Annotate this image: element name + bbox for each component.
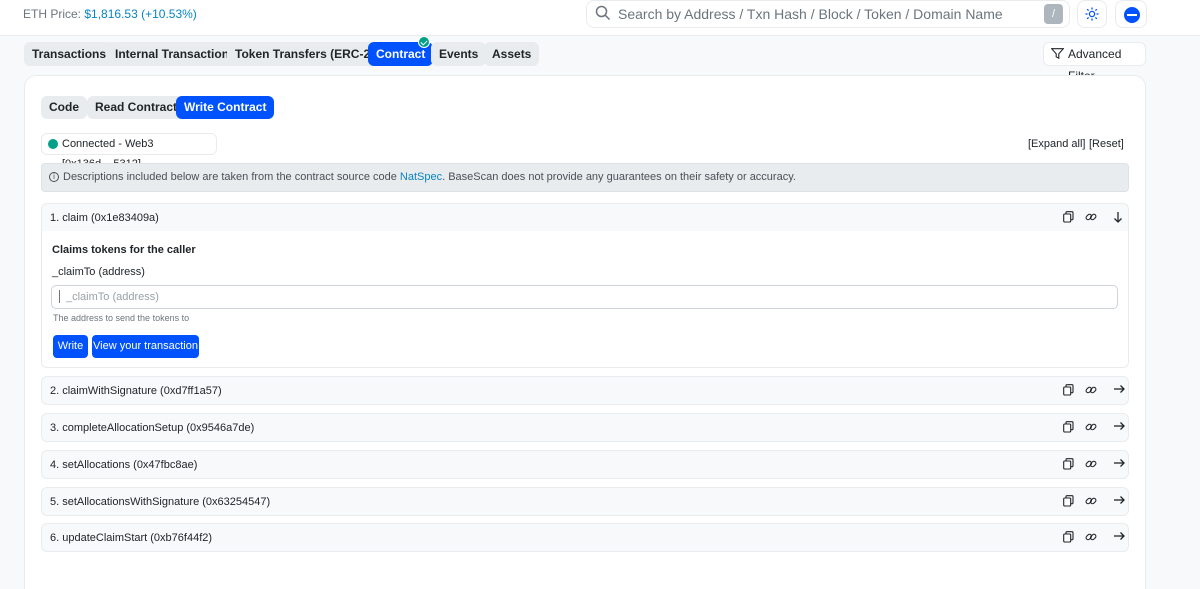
function-row-complete-allocation-setup[interactable]: 3. completeAllocationSetup (0x9546a7de): [41, 413, 1129, 442]
write-button[interactable]: Write: [53, 335, 88, 358]
function-label: 3. completeAllocationSetup (0x9546a7de): [50, 422, 255, 434]
claim-to-address-input[interactable]: [51, 285, 1118, 309]
wallet-connection-status[interactable]: Connected - Web3 [0x136d....5312]: [41, 133, 217, 170]
search-icon: [595, 5, 611, 21]
text-caret: [59, 290, 60, 303]
search-shortcut-badge: /: [1044, 4, 1063, 24]
tab-read-contract[interactable]: Read Contract: [87, 96, 186, 119]
expand-all-link[interactable]: [Expand all]: [1028, 138, 1085, 150]
param-label: _claimTo (address): [52, 266, 145, 278]
advanced-filter-button[interactable]: Advanced Filter: [1043, 42, 1146, 83]
network-button[interactable]: [1115, 0, 1147, 28]
base-network-icon: [1124, 7, 1140, 23]
copy-icon[interactable]: [1063, 211, 1074, 223]
copy-icon[interactable]: [1063, 458, 1074, 470]
function-row-update-claim-start[interactable]: 6. updateClaimStart (0xb76f44f2): [41, 523, 1129, 552]
notice-suffix: . BaseScan does not provide any guarante…: [442, 171, 796, 183]
reset-link[interactable]: [Reset]: [1089, 138, 1124, 150]
arrow-right-icon[interactable]: [1113, 421, 1125, 431]
info-icon: i: [49, 172, 59, 182]
link-icon[interactable]: [1085, 421, 1097, 433]
eth-price: ETH Price: $1,816.53 (+10.53%): [23, 7, 197, 21]
tab-write-contract[interactable]: Write Contract: [176, 96, 275, 119]
arrow-down-icon[interactable]: [1113, 211, 1123, 223]
eth-price-change: (+10.53%): [141, 7, 197, 21]
view-transaction-button[interactable]: View your transaction: [92, 335, 199, 358]
search-bar[interactable]: Search by Address / Txn Hash / Block / T…: [586, 0, 1070, 28]
param-hint: The address to send the tokens to: [53, 313, 190, 323]
copy-icon[interactable]: [1063, 421, 1074, 433]
function-label: 2. claimWithSignature (0xd7ff1a57): [50, 385, 222, 397]
connected-status-dot: [48, 139, 58, 149]
link-icon[interactable]: [1085, 495, 1097, 507]
arrow-right-icon[interactable]: [1113, 495, 1125, 505]
tab-assets[interactable]: Assets: [484, 42, 540, 66]
function-row-set-allocations-with-signature[interactable]: 5. setAllocationsWithSignature (0x632545…: [41, 487, 1129, 516]
function-label: 1. claim (0x1e83409a): [50, 212, 159, 224]
function-label: 5. setAllocationsWithSignature (0x632545…: [50, 496, 271, 508]
theme-toggle-button[interactable]: [1077, 0, 1107, 28]
search-input[interactable]: Search by Address / Txn Hash / Block / T…: [618, 6, 1003, 22]
verified-check-icon: [418, 36, 430, 48]
filter-icon: [1051, 48, 1064, 59]
natspec-link[interactable]: NatSpec: [400, 171, 442, 183]
link-icon[interactable]: [1085, 384, 1097, 396]
tab-token-transfers[interactable]: Token Transfers (ERC-20): [227, 42, 389, 66]
function-description: Claims tokens for the caller: [52, 244, 196, 256]
top-bar: ETH Price: $1,816.53 (+10.53%) Search by…: [0, 0, 1200, 36]
tab-events[interactable]: Events: [431, 42, 487, 66]
function-row-set-allocations[interactable]: 4. setAllocations (0x47fbc8ae): [41, 450, 1129, 479]
copy-icon[interactable]: [1063, 384, 1074, 396]
tab-code[interactable]: Code: [41, 96, 87, 119]
copy-icon[interactable]: [1063, 531, 1074, 543]
function-row-claim-with-signature[interactable]: 2. claimWithSignature (0xd7ff1a57): [41, 376, 1129, 405]
link-icon[interactable]: [1085, 211, 1097, 223]
function-row-claim[interactable]: 1. claim (0x1e83409a): [41, 203, 1129, 232]
function-label: 6. updateClaimStart (0xb76f44f2): [50, 532, 213, 544]
arrow-right-icon[interactable]: [1113, 458, 1125, 468]
eth-price-value: $1,816.53: [84, 7, 138, 21]
sun-icon: [1085, 7, 1099, 21]
tab-internal-transactions[interactable]: Internal Transactions: [107, 42, 244, 66]
connection-status-text: Connected - Web3: [62, 138, 154, 150]
arrow-right-icon[interactable]: [1113, 384, 1125, 394]
function-label: 4. setAllocations (0x47fbc8ae): [50, 459, 198, 471]
copy-icon[interactable]: [1063, 495, 1074, 507]
eth-price-label: ETH Price:: [23, 7, 82, 21]
notice-prefix: Descriptions included below are taken fr…: [63, 171, 400, 183]
natspec-notice: i Descriptions included below are taken …: [41, 163, 1129, 192]
arrow-right-icon[interactable]: [1113, 531, 1125, 541]
tab-transactions[interactable]: Transactions: [24, 42, 115, 66]
link-icon[interactable]: [1085, 531, 1097, 543]
link-icon[interactable]: [1085, 458, 1097, 470]
